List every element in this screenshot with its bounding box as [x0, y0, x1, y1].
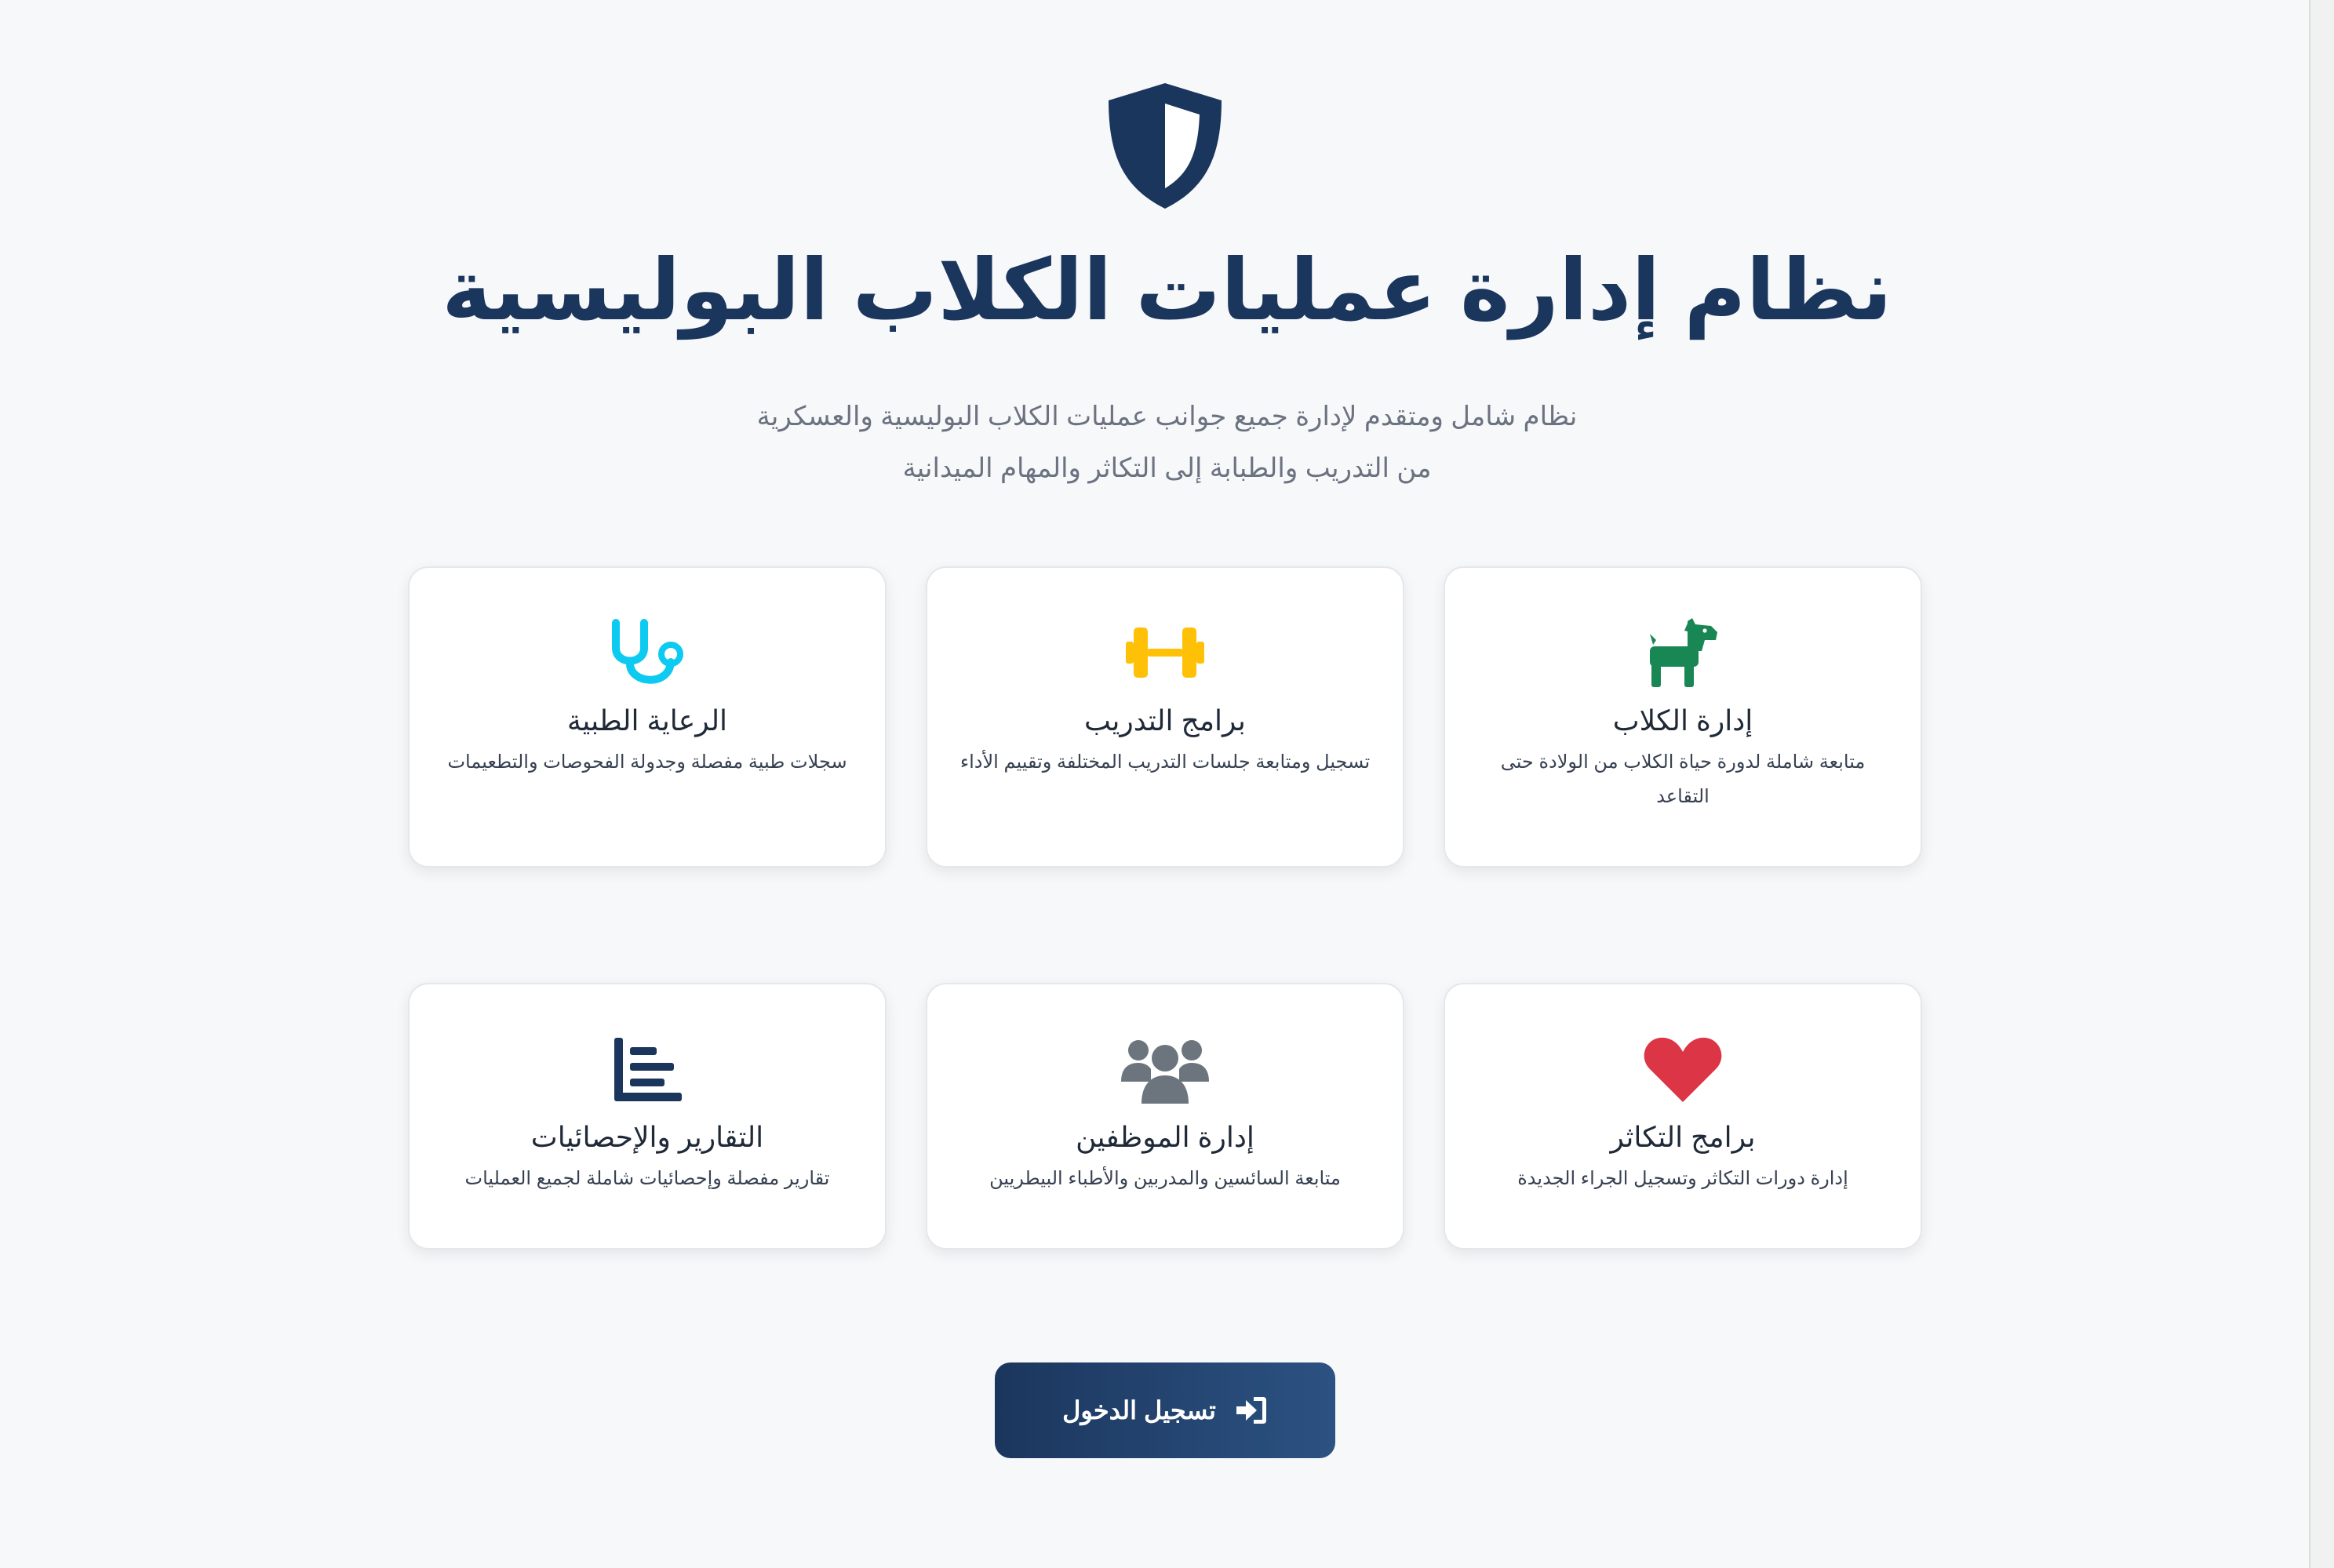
sign-in-icon	[1236, 1397, 1266, 1424]
feature-title: إدارة الكلاب	[1612, 704, 1753, 737]
feature-description: متابعة السائسين والمدربين والأطباء البيط…	[989, 1168, 1341, 1189]
heart-icon	[1639, 1033, 1727, 1105]
feature-card-medical[interactable]: الرعاية الطبية سجلات طبية مفصلة وجدولة ا…	[408, 566, 887, 868]
feature-title: برامج التدريب	[1084, 704, 1246, 737]
feature-card-reports[interactable]: التقارير والإحصائيات تقارير مفصلة وإحصائ…	[408, 983, 887, 1250]
feature-card-dogs[interactable]: إدارة الكلاب متابعة شاملة لدورة حياة الك…	[1444, 566, 1922, 868]
dumbbell-icon	[1121, 617, 1209, 689]
login-button[interactable]: تسجيل الدخول	[995, 1362, 1335, 1458]
login-button-label: تسجيل الدخول	[1062, 1396, 1216, 1424]
feature-description: تقارير مفصلة وإحصائيات شاملة لجميع العمل…	[464, 1168, 830, 1189]
feature-description: متابعة شاملة لدورة حياة الكلاب من الولاد…	[1500, 751, 1866, 807]
vertical-scrollbar[interactable]	[2309, 0, 2334, 1568]
feature-title: التقارير والإحصائيات	[530, 1121, 764, 1153]
stethoscope-icon	[603, 617, 691, 689]
users-icon	[1121, 1033, 1209, 1105]
shield-icon	[1102, 78, 1228, 213]
feature-description: إدارة دورات التكاثر وتسجيل الجراء الجديد…	[1517, 1168, 1848, 1189]
dog-icon	[1639, 617, 1727, 689]
feature-description: سجلات طبية مفصلة وجدولة الفحوصات والتطعي…	[447, 751, 847, 773]
chart-icon	[603, 1033, 691, 1105]
feature-title: برامج التكاثر	[1610, 1121, 1756, 1153]
page-subtitle: نظام شامل ومتقدم لإدارة جميع جوانب عمليا…	[0, 391, 2334, 494]
subtitle-line-2: من التدريب والطبابة إلى التكاثر والمهام …	[902, 453, 1432, 483]
feature-description: تسجيل ومتابعة جلسات التدريب المختلفة وتق…	[959, 751, 1371, 773]
page-title: نظام إدارة عمليات الكلاب البوليسية	[442, 242, 1892, 337]
feature-card-breeding[interactable]: برامج التكاثر إدارة دورات التكاثر وتسجيل…	[1444, 983, 1922, 1250]
feature-title: الرعاية الطبية	[566, 704, 728, 737]
feature-title: إدارة الموظفين	[1076, 1121, 1254, 1153]
feature-card-training[interactable]: برامج التدريب تسجيل ومتابعة جلسات التدري…	[926, 566, 1404, 868]
feature-card-staff[interactable]: إدارة الموظفين متابعة السائسين والمدربين…	[926, 983, 1404, 1250]
landing-page: نظام إدارة عمليات الكلاب البوليسية نظام …	[0, 0, 2334, 1568]
subtitle-line-1: نظام شامل ومتقدم لإدارة جميع جوانب عمليا…	[756, 402, 1578, 431]
